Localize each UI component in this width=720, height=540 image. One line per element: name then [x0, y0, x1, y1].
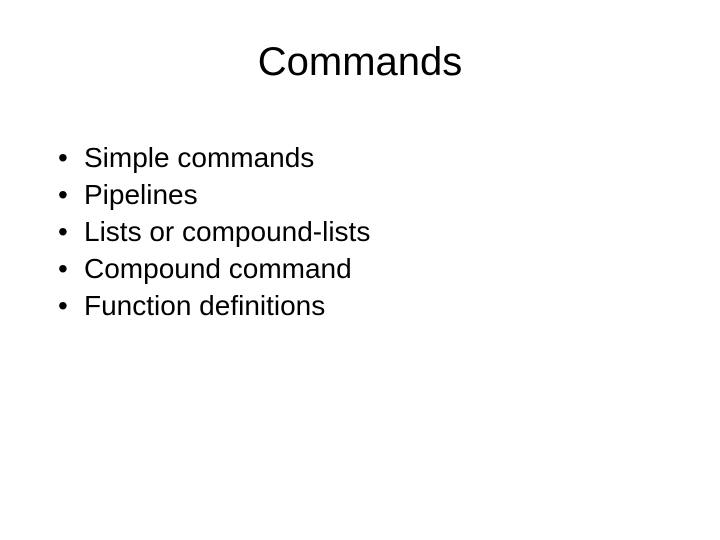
- list-item: • Pipelines: [58, 177, 662, 212]
- bullet-icon: •: [58, 140, 84, 175]
- slide-title: Commands: [0, 40, 720, 85]
- list-item-text: Lists or compound-lists: [84, 214, 662, 249]
- list-item: • Lists or compound-lists: [58, 214, 662, 249]
- list-item: • Simple commands: [58, 140, 662, 175]
- slide-body: • Simple commands • Pipelines • Lists or…: [58, 140, 662, 325]
- bullet-icon: •: [58, 251, 84, 286]
- bullet-icon: •: [58, 288, 84, 323]
- bullet-icon: •: [58, 177, 84, 212]
- list-item: • Function definitions: [58, 288, 662, 323]
- list-item-text: Compound command: [84, 251, 662, 286]
- bullet-icon: •: [58, 214, 84, 249]
- list-item-text: Function definitions: [84, 288, 662, 323]
- list-item-text: Simple commands: [84, 140, 662, 175]
- slide: Commands • Simple commands • Pipelines •…: [0, 0, 720, 540]
- list-item-text: Pipelines: [84, 177, 662, 212]
- list-item: • Compound command: [58, 251, 662, 286]
